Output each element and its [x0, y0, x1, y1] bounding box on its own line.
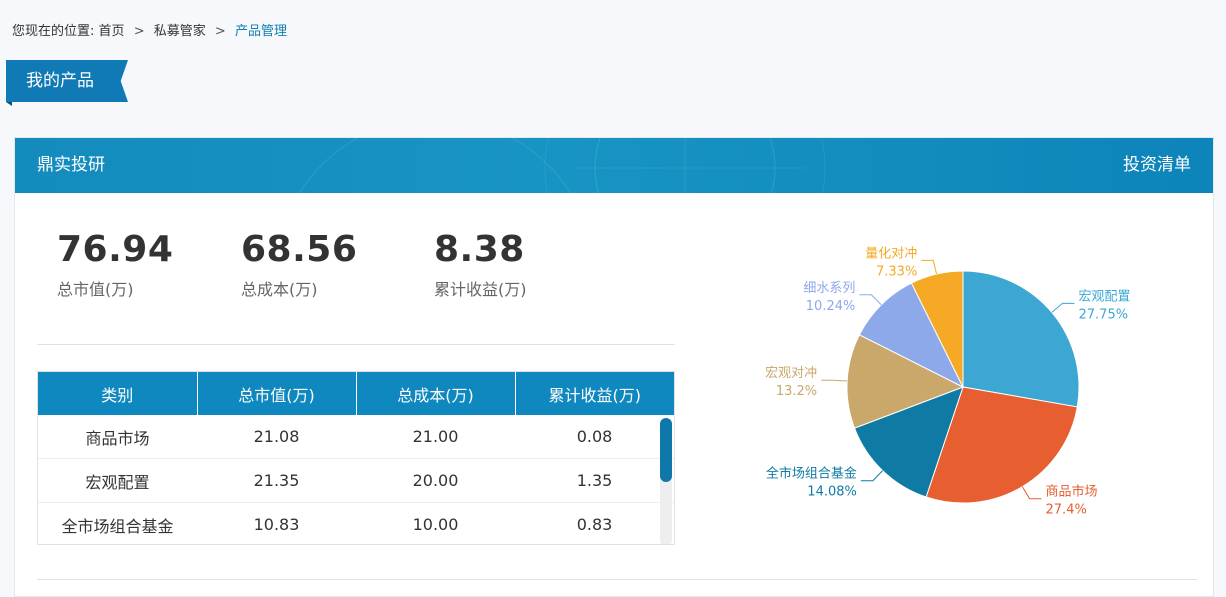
card-header: 鼎实投研 投资清单	[15, 138, 1213, 193]
card-title: 鼎实投研	[37, 155, 105, 175]
pie-leader-line-3	[821, 379, 848, 382]
stat-value: 8.38	[434, 229, 525, 270]
breadcrumb: 您现在的位置: 首页 > 私募管家 > 产品管理	[12, 20, 287, 39]
section-tab-fold	[6, 102, 12, 106]
pie-percent-3: 13.2%	[776, 384, 817, 399]
table-row: 宏观配置 21.35 20.00 1.35	[38, 458, 674, 503]
section-title-tab: 我的产品	[6, 60, 128, 102]
pie-slice-0[interactable]	[962, 270, 1080, 408]
breadcrumb-private-fund-link[interactable]: 私募管家	[154, 24, 206, 39]
column-header: 总市值(万)	[197, 372, 357, 415]
table-cell: 宏观配置	[38, 458, 197, 503]
pie-label-5: 量化对冲	[865, 246, 917, 261]
header-decoration	[298, 138, 826, 193]
stat-value: 68.56	[241, 229, 358, 270]
table-cell: 0.83	[515, 502, 674, 544]
table-header-row: 类别 总市值(万) 总成本(万) 累计收益(万)	[38, 372, 674, 415]
breadcrumb-separator: >	[133, 24, 145, 39]
pie-leader-line-1	[1021, 486, 1042, 500]
stat-value: 76.94	[57, 229, 174, 270]
product-card: 鼎实投研 投资清单 76.94 总市值(万) 68.56 总成本(万) 8.38…	[14, 137, 1214, 597]
stat-label: 累计收益(万)	[434, 280, 527, 299]
pie-label-0: 宏观配置	[1079, 289, 1131, 304]
breadcrumb-current: 产品管理	[234, 24, 287, 39]
pie-leader-line-0	[1051, 302, 1075, 313]
category-table: 类别 总市值(万) 总成本(万) 累计收益(万) 商品市场 21.08 21.0…	[37, 371, 675, 545]
stats-divider	[37, 344, 675, 345]
scrollbar-thumb[interactable]	[660, 418, 672, 482]
table-row: 商品市场 21.08 21.00 0.08	[38, 415, 674, 459]
allocation-pie-chart: 宏观配置 27.75% 商品市场 27.4% 全市场组合基金 14.08% 宏观对冲 13.2…	[765, 246, 1131, 518]
bottom-divider	[37, 579, 1197, 580]
pie-percent-2: 14.08%	[807, 485, 857, 500]
stat-label: 总成本(万)	[241, 280, 318, 299]
table-cell: 商品市场	[38, 415, 197, 459]
stat-total-cost: 68.56 总成本(万)	[241, 228, 357, 300]
table-cell: 21.00	[356, 415, 515, 459]
pie-label-1: 商品市场	[1046, 484, 1098, 500]
stat-total-market-value: 76.94 总市值(万)	[57, 228, 173, 300]
pie-label-3: 宏观对冲	[765, 366, 817, 381]
table-cell: 0.08	[515, 415, 674, 459]
table-row: 全市场组合基金 10.83 10.00 0.83	[38, 502, 674, 544]
stat-label: 总市值(万)	[57, 280, 134, 299]
pie-percent-1: 27.4%	[1046, 503, 1087, 518]
column-header: 累计收益(万)	[515, 372, 674, 415]
pie-leader-line-5	[921, 259, 938, 275]
breadcrumb-prefix: 您现在的位置:	[12, 24, 95, 39]
column-header: 类别	[38, 372, 198, 415]
investment-list-link[interactable]: 投资清单	[1123, 138, 1191, 193]
table-cell: 1.35	[515, 458, 674, 503]
stat-cumulative-return: 8.38 累计收益(万)	[434, 228, 527, 300]
pie-leader-line-4	[859, 294, 882, 306]
table-cell: 20.00	[356, 458, 515, 503]
pie-percent-0: 27.75%	[1079, 307, 1129, 322]
table-cell: 21.35	[197, 458, 356, 503]
table-scrollbar[interactable]	[660, 418, 672, 544]
pie-label-2: 全市场组合基金	[766, 466, 857, 482]
table-cell: 全市场组合基金	[38, 502, 197, 544]
pie-leader-line-2	[860, 470, 883, 482]
pie-percent-5: 7.33%	[876, 264, 917, 279]
table-cell: 10.83	[197, 502, 356, 544]
column-header: 总成本(万)	[356, 372, 516, 415]
pie-percent-4: 10.24%	[806, 299, 856, 314]
breadcrumb-home-link[interactable]: 首页	[99, 24, 125, 39]
table-cell: 10.00	[356, 502, 515, 544]
table-cell: 21.08	[197, 415, 356, 459]
breadcrumb-separator: >	[214, 24, 226, 39]
pie-label-4: 细水系列	[803, 281, 855, 296]
